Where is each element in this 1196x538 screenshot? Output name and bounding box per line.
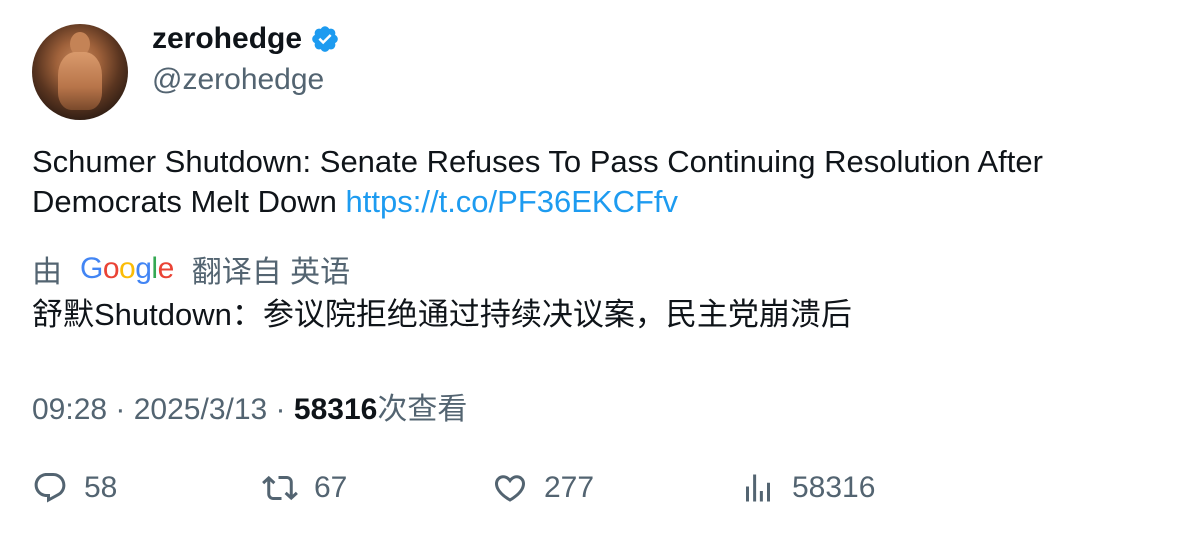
like-count: 277 bbox=[544, 471, 595, 504]
translation-suffix: 翻译自 英语 bbox=[191, 256, 351, 289]
translation-prefix: 由 bbox=[32, 256, 62, 289]
views-label: 次查看 bbox=[377, 393, 468, 426]
reply-count: 58 bbox=[84, 471, 118, 504]
retweet-button[interactable]: 67 bbox=[262, 470, 347, 506]
like-button[interactable]: 277 bbox=[492, 470, 594, 506]
verified-badge-icon bbox=[312, 26, 338, 52]
analytics-icon bbox=[746, 474, 770, 502]
retweet-count: 67 bbox=[314, 471, 348, 504]
author-name-row: zerohedge bbox=[152, 22, 340, 56]
author-handle[interactable]: @zerohedge bbox=[152, 63, 324, 97]
retweet-icon bbox=[262, 475, 298, 501]
views-action-count: 58316 bbox=[792, 471, 876, 504]
avatar-torso bbox=[58, 52, 102, 110]
translated-text: 舒默Shutdown：参议院拒绝通过持续决议案，民主党崩溃后 bbox=[32, 297, 852, 332]
tweet-time[interactable]: 09:28 bbox=[32, 393, 107, 426]
avatar[interactable] bbox=[32, 24, 128, 120]
tweet-text: Schumer Shutdown: Senate Refuses To Pass… bbox=[32, 142, 1152, 222]
author-name[interactable]: zerohedge bbox=[152, 22, 302, 56]
views-count: 58316 bbox=[293, 393, 378, 426]
reply-icon bbox=[34, 473, 66, 503]
views-button[interactable]: 58316 bbox=[740, 470, 875, 506]
translation-attribution: 由 Google 翻译自 英语 bbox=[32, 247, 350, 291]
reply-button[interactable]: 58 bbox=[32, 470, 117, 506]
tweet-date[interactable]: 2025/3/13 bbox=[134, 393, 267, 426]
google-logo: Google bbox=[80, 252, 174, 285]
tweet-meta: 09:28 · 2025/3/13 · 58316次查看 bbox=[32, 393, 468, 426]
action-bar: 58 67 277 58316 bbox=[0, 470, 1196, 514]
heart-icon bbox=[494, 475, 526, 502]
tweet-link[interactable]: https://t.co/PF36EKCFfv bbox=[346, 184, 679, 219]
